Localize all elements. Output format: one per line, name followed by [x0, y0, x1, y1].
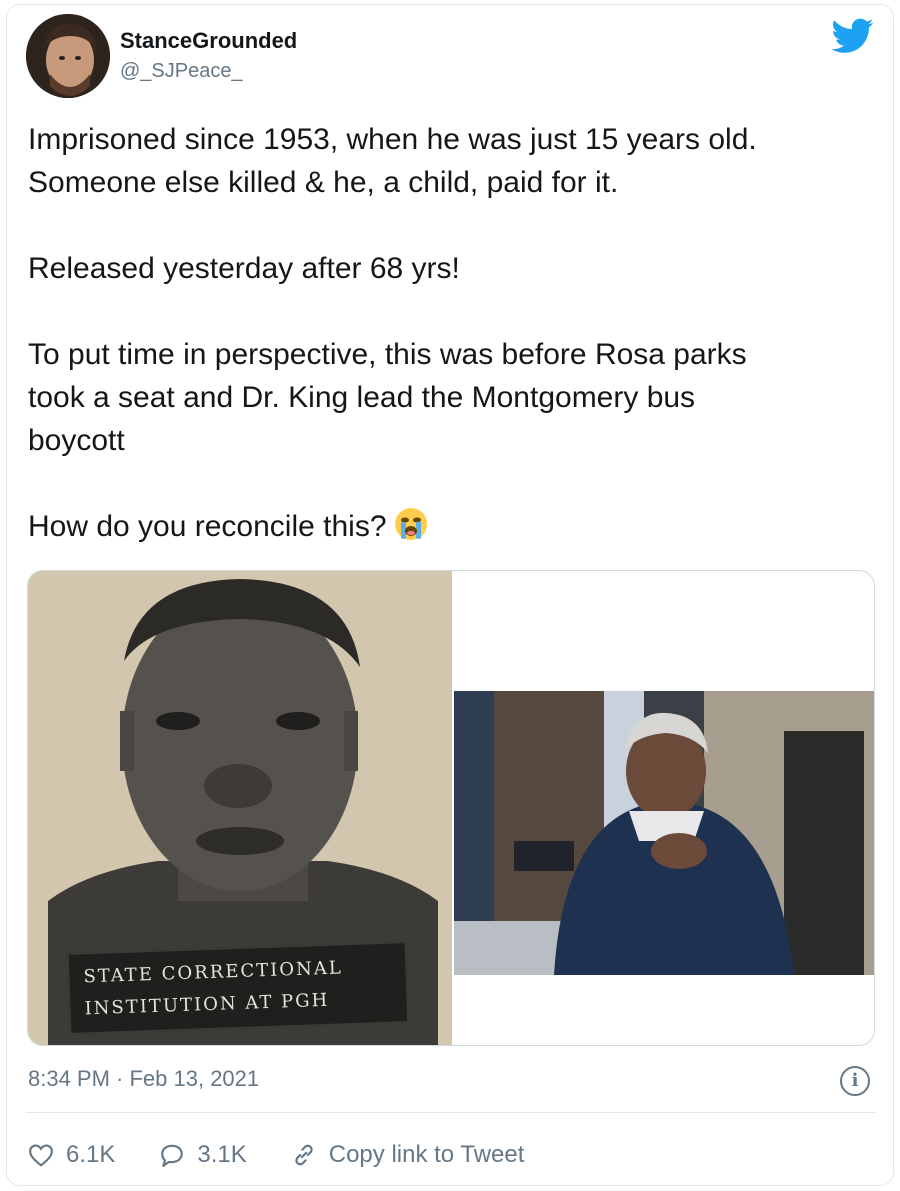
copy-link-button[interactable]: Copy link to Tweet [291, 1141, 525, 1169]
tweet-line-3: Released yesterday after 68 yrs! [28, 252, 460, 285]
tweet-media[interactable]: STATE CORRECTIONAL INSTITUTION AT PGH [27, 570, 875, 1046]
like-count: 6.1K [66, 1141, 116, 1168]
tweet-line-5: took a seat and Dr. King lead the Montgo… [28, 381, 696, 414]
copy-link-label: Copy link to Tweet [328, 1141, 525, 1168]
tweet-line-6: boycott [28, 424, 125, 457]
author-handle[interactable]: @_SJPeace_ [120, 60, 243, 83]
plate-line-2: INSTITUTION AT PGH [84, 989, 330, 1020]
twitter-bird-icon[interactable] [832, 18, 874, 54]
loudly-crying-face-emoji [394, 508, 427, 540]
tweet-line-2: Someone else killed & he, a child, paid … [28, 166, 619, 199]
reply-count: 3.1K [197, 1141, 247, 1168]
release-photo[interactable] [454, 691, 874, 975]
prison-id-plate: STATE CORRECTIONAL INSTITUTION AT PGH [66, 941, 410, 1035]
reply-bubble-icon [161, 1144, 184, 1167]
tweet-line-7: How do you reconcile this? [28, 505, 878, 548]
plate-line-1: STATE CORRECTIONAL [83, 957, 344, 988]
mugshot-photo[interactable]: STATE CORRECTIONAL INSTITUTION AT PGH [28, 571, 452, 1045]
heart-icon [29, 1144, 53, 1167]
tweet-question: How do you reconcile this? [28, 510, 387, 543]
reply-button[interactable]: 3.1K [159, 1141, 247, 1169]
author-name[interactable]: StanceGrounded [120, 28, 297, 54]
info-icon[interactable]: i [840, 1066, 870, 1096]
divider [26, 1112, 876, 1113]
link-icon [295, 1144, 313, 1166]
avatar[interactable] [26, 14, 110, 98]
tweet-timestamp[interactable]: 8:34 PM · Feb 13, 2021 [28, 1066, 259, 1092]
tweet-line-1: Imprisoned since 1953, when he was just … [28, 123, 757, 156]
tweet-actions: 6.1K 3.1K Copy link to Tweet [28, 1130, 568, 1180]
like-button[interactable]: 6.1K [28, 1141, 115, 1169]
tweet-text: Imprisoned since 1953, when he was just … [28, 118, 878, 548]
tweet-line-4: To put time in perspective, this was bef… [28, 338, 747, 371]
